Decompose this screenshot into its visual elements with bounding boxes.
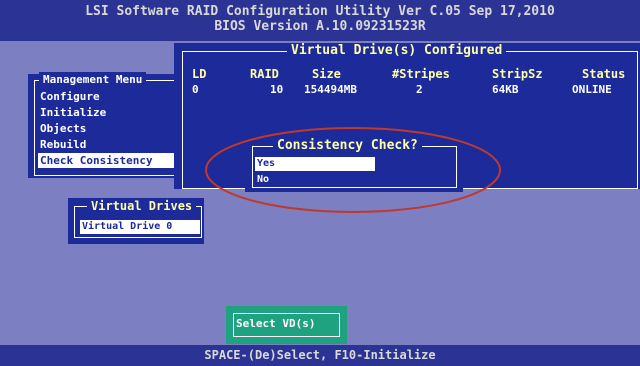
status-bar: SPACE-(De)Select, F10-Initialize — [0, 345, 640, 366]
highlight-ellipse-shape — [205, 127, 501, 213]
key-hint: SPACE-(De)Select, F10-Initialize — [204, 348, 436, 362]
select-vd-button-label: Select VD(s) — [236, 317, 316, 330]
select-vd-button[interactable]: Select VD(s) — [226, 306, 347, 344]
